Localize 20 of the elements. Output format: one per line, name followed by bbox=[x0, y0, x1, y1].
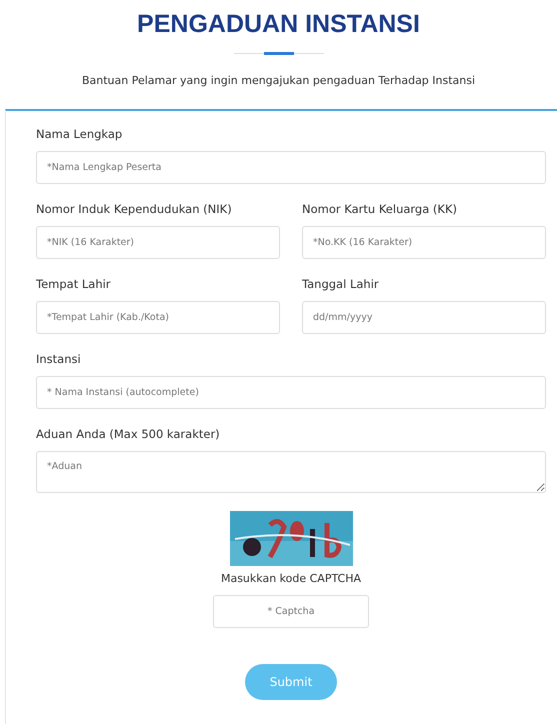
title-accent bbox=[264, 52, 294, 55]
captcha-field[interactable]: * Captcha bbox=[213, 595, 369, 628]
text-field[interactable]: *No.KK (16 Karakter) bbox=[302, 226, 546, 259]
text-field[interactable]: *Tempat Lahir (Kab./Kota) bbox=[36, 301, 280, 334]
page-subtitle: Bantuan Pelamar yang ingin mengajukan pengaduan Terhadap Instansi bbox=[82, 74, 476, 87]
field-label: Tanggal Lahir bbox=[302, 277, 380, 291]
submit-button[interactable]: Submit bbox=[245, 664, 337, 700]
captcha-label: Masukkan kode CAPTCHA bbox=[220, 572, 362, 585]
field-label: Nomor Induk Kependudukan (NIK) bbox=[36, 202, 233, 216]
field-label: Tempat Lahir bbox=[36, 277, 112, 291]
text-area[interactable]: *Aduan bbox=[36, 451, 546, 493]
field-label: Nama Lengkap bbox=[36, 127, 124, 141]
field-label: Instansi bbox=[36, 352, 82, 366]
field-label: Nomor Kartu Keluarga (KK) bbox=[302, 202, 458, 216]
field-label: Aduan Anda (Max 500 karakter) bbox=[36, 427, 221, 441]
text-field[interactable]: *Nama Lengkap Peserta bbox=[36, 151, 546, 184]
text-field[interactable]: *NIK (16 Karakter) bbox=[36, 226, 280, 259]
page-title: PENGADUAN INSTANSI bbox=[137, 10, 420, 39]
text-field[interactable]: dd/mm/yyyy bbox=[302, 301, 546, 334]
text-field[interactable]: * Nama Instansi (autocomplete) bbox=[36, 376, 546, 409]
